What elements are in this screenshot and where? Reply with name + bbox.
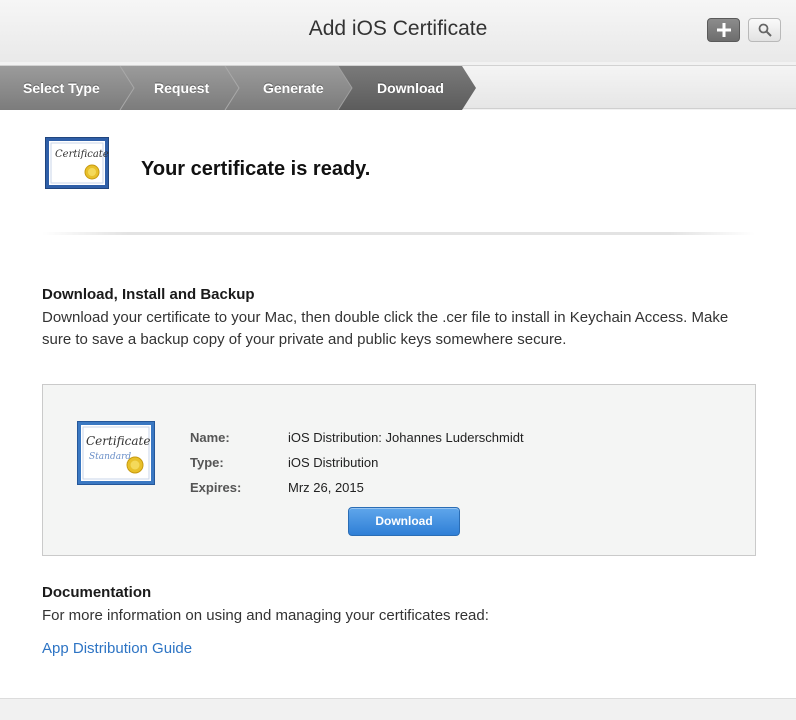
type-value: iOS Distribution [288,455,379,470]
ready-heading: Your certificate is ready. [141,158,371,180]
step-generate[interactable]: Generate [263,66,324,110]
top-bar: Add iOS Certificate [0,0,796,62]
page-title: Add iOS Certificate [308,17,488,40]
certificate-panel: Certificate Standard Name: iOS Distribut… [42,384,756,556]
step-request[interactable]: Request [154,66,209,110]
certificate-icon: Certificate [45,137,109,194]
certificate-icon-subtext: Standard [89,452,131,462]
name-label: Name: [190,430,230,445]
step-select-type[interactable]: Select Type [23,66,100,110]
divider [42,232,755,235]
name-value: iOS Distribution: Johannes Luderschmidt [288,430,524,445]
documentation-heading: Documentation [42,584,152,601]
search-icon [758,23,772,37]
search-button[interactable] [748,18,781,42]
download-section-text: Download your certificate to your Mac, t… [42,309,729,348]
certificate-icon-text: Certificate [55,149,109,160]
download-button[interactable]: Download [348,507,460,536]
add-button[interactable] [707,18,740,42]
plus-icon [716,23,731,37]
footer [0,698,796,720]
certificate-icon-text: Certificate [86,434,150,448]
expires-value: Mrz 26, 2015 [288,480,364,495]
main-content: Certificate Your certificate is ready. D… [0,110,796,698]
download-section-heading: Download, Install and Backup [42,286,255,303]
certificate-standard-icon: Certificate Standard [77,421,155,490]
step-download: Download [377,80,444,96]
expires-label: Expires: [190,480,242,495]
progress-steps: Select Type Request Generate Download [0,65,796,110]
documentation-text: For more information on using and managi… [42,607,489,624]
app-distribution-guide-link[interactable]: App Distribution Guide [42,640,192,657]
type-label: Type: [190,455,224,470]
